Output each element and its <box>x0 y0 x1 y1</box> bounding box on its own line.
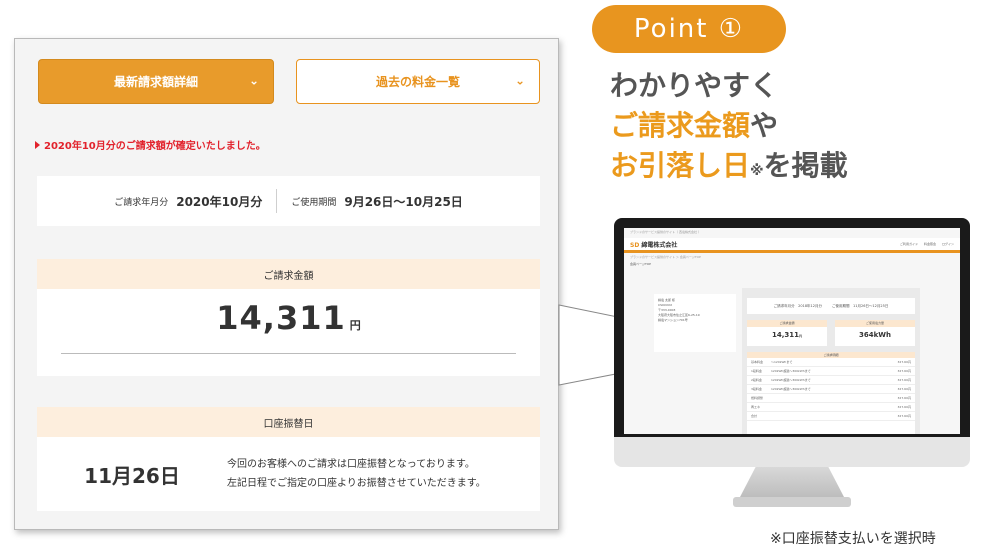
row-amount: 327.60円 <box>897 387 912 391</box>
nav-charges[interactable]: 料金照会 <box>924 242 936 246</box>
table-row: 1段料金 120kWh超過〜300kWhまで 327.60円 <box>747 367 915 376</box>
screen-customer-info: 綿電 太郎 様 CS0XXXX 〒333-0003 大阪府大阪市住之江区6-25… <box>654 294 736 352</box>
row-label: 3段料金 <box>751 387 762 391</box>
row-amount: 327.60円 <box>897 378 912 382</box>
screen-detail-table: ご請求明細 基本料金 〜120kWhまで 327.60円 1段料金 120kWh超過〜… <box>747 352 915 434</box>
row-desc <box>771 412 891 420</box>
logo-text: 綿電株式会社 <box>641 241 678 249</box>
table-row: 2段料金 120kWh超過〜300kWhまで 327.60円 <box>747 376 915 385</box>
table-row: 合計 327.60円 <box>747 412 915 421</box>
screen-usage-header: ご使用電力量 <box>835 320 915 327</box>
row-amount: 327.60円 <box>897 414 912 418</box>
screen-usage-card: ご使用電力量 364kWh <box>835 320 915 346</box>
headline-note-mark: ※ <box>750 163 764 179</box>
row-amount: 327.60円 <box>897 396 912 400</box>
table-row: 基本料金 〜120kWhまで 327.60円 <box>747 358 915 367</box>
headline-highlight-debit: お引落し日 <box>610 149 751 182</box>
headline-line2-suffix: や <box>750 109 779 142</box>
screen-usage-value: 364kWh <box>859 331 891 339</box>
screen-topline: ブランドのサービス提供のサイト（ 西電株式会社 ） <box>630 230 701 234</box>
screen-bill-month: ご請求年月分 2018年12月分 <box>773 303 823 308</box>
row-desc <box>771 394 891 402</box>
row-label: 1段料金 <box>751 369 762 373</box>
screen-amount-number: 14,311 <box>771 331 799 339</box>
screen-usage-period: ご使用期間 11月26日〜12月25日 <box>832 303 889 308</box>
screen-amount-unit: 円 <box>799 334 803 338</box>
row-desc <box>771 403 891 411</box>
table-row: 再エネ 327.60円 <box>747 403 915 412</box>
row-label: 燃料調整 <box>751 396 764 400</box>
row-amount: 327.60円 <box>897 360 912 364</box>
row-label: 合計 <box>751 414 758 418</box>
monitor-chin <box>614 437 970 467</box>
monitor-stand-base <box>733 497 851 507</box>
screen-header: SD 綿電株式会社 ご利用ガイド 料金照会 ログイン <box>624 238 960 250</box>
logo-mark: SD <box>630 241 640 249</box>
point-badge: Point ① <box>592 5 786 53</box>
nav-guide[interactable]: ご利用ガイド <box>900 242 918 246</box>
row-desc: 120kWh超過〜300kWhまで <box>771 378 811 382</box>
screen-amount-value: 14,311円 <box>747 327 827 344</box>
screen-period: ご請求年月分 2018年12月分 ご使用期間 11月26日〜12月25日 <box>747 298 915 314</box>
row-label: 基本料金 <box>751 360 764 364</box>
headline-line1: わかりやすく <box>610 69 779 102</box>
screen-breadcrumb: ブランドのサービス提供のサイト ＞ 会員ページTOP <box>630 255 701 259</box>
table-row: 燃料調整 327.60円 <box>747 394 915 403</box>
headline: わかりやすく ご請求金額や お引落し日※を掲載 <box>610 66 848 191</box>
screen-nav: ご利用ガイド 料金照会 ログイン <box>900 242 954 246</box>
monitor-stand <box>740 467 844 497</box>
headline-line3-suffix: を掲載 <box>763 149 848 182</box>
row-amount: 327.60円 <box>897 369 912 373</box>
nav-login[interactable]: ログイン <box>942 242 954 246</box>
row-label: 2段料金 <box>751 378 762 382</box>
row-amount: 327.60円 <box>897 405 912 409</box>
table-row: 3段料金 120kWh超過〜300kWhまで 327.60円 <box>747 385 915 394</box>
customer-building: 綿電マンション701号 <box>658 318 688 322</box>
screen-amount-header: ご請求金額 <box>747 320 827 327</box>
footnote: ※口座振替支払いを選択時 <box>770 531 936 547</box>
screen-main: ご請求年月分 2018年12月分 ご使用期間 11月26日〜12月25日 ご請求… <box>742 288 920 434</box>
screen-amount-card: ご請求金額 14,311円 <box>747 320 827 346</box>
row-desc: 〜120kWhまで <box>771 360 793 364</box>
screen-page-title: 会員ページTOP <box>630 262 651 266</box>
row-desc: 120kWh超過〜300kWhまで <box>771 387 811 391</box>
row-desc: 120kWh超過〜300kWhまで <box>771 369 811 373</box>
headline-highlight-amount: ご請求金額 <box>610 109 751 142</box>
monitor-screen: ブランドのサービス提供のサイト（ 西電株式会社 ） SD 綿電株式会社 ご利用ガイ… <box>624 228 960 434</box>
company-logo: SD 綿電株式会社 <box>630 240 677 249</box>
row-label: 再エネ <box>751 405 761 409</box>
